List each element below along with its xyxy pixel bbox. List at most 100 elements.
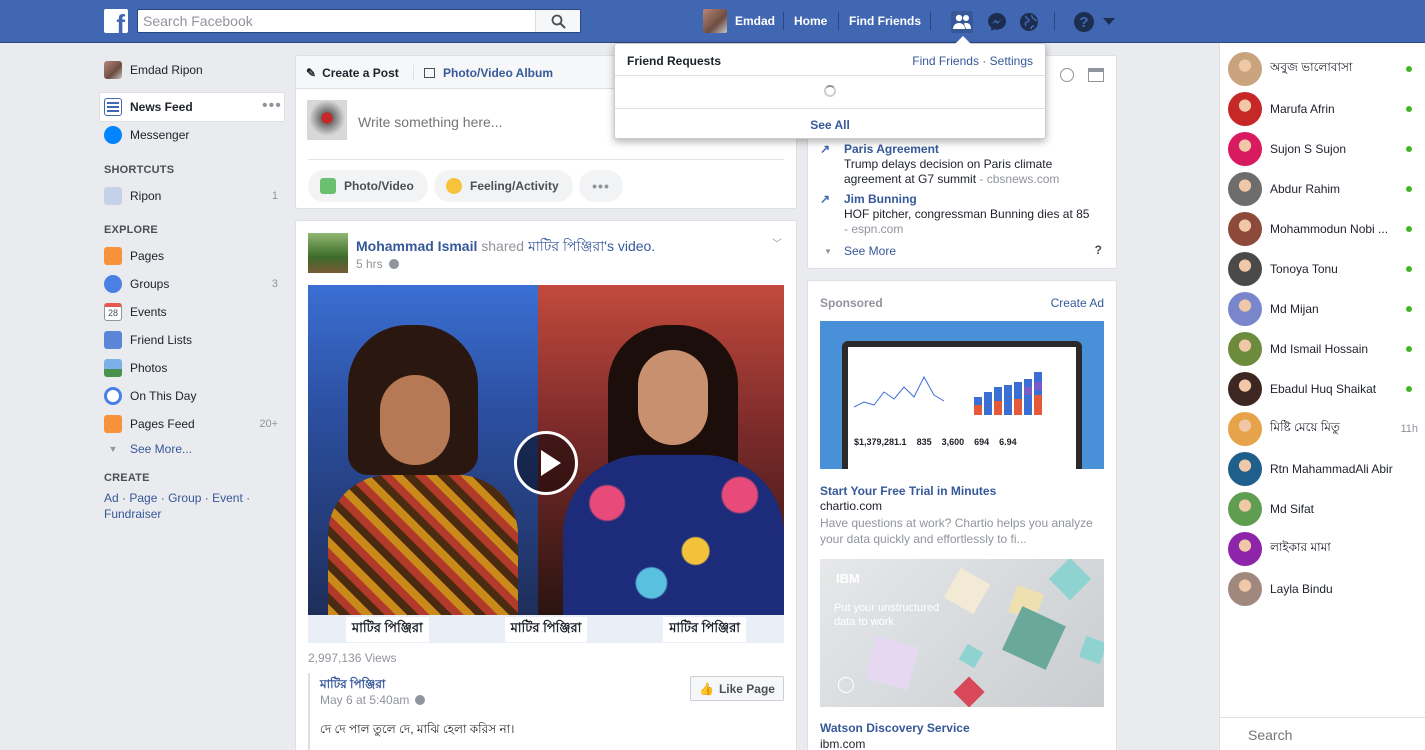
sidebar-item-photos[interactable]: Photos: [104, 357, 278, 379]
ad-image-ibm[interactable]: IBM Put your unstructured data to work: [820, 559, 1104, 707]
search-button[interactable]: [535, 10, 580, 32]
chat-contact[interactable]: Tonoya Tonu: [1228, 249, 1418, 289]
profile-link[interactable]: Emdad: [703, 9, 775, 33]
feeling-activity-button[interactable]: Feeling/Activity: [434, 170, 573, 202]
post-timestamp[interactable]: 5 hrs: [356, 257, 399, 271]
sidebar-item-label: On This Day: [130, 389, 197, 403]
video-figure-dress: [563, 455, 784, 615]
sidebar-item-pages[interactable]: Pages: [104, 245, 278, 267]
chat-contact[interactable]: লাইকার মামা: [1228, 529, 1418, 569]
chat-contact[interactable]: Layla Bindu: [1228, 569, 1418, 609]
find-friends-link[interactable]: Find Friends: [849, 14, 921, 28]
like-page-button[interactable]: 👍 Like Page: [690, 676, 784, 701]
shared-timestamp[interactable]: May 6 at 5:40am: [320, 693, 426, 707]
trending-title[interactable]: Paris Agreement: [844, 142, 1059, 157]
chat-contact[interactable]: Marufa Afrin: [1228, 89, 1418, 129]
chat-search-input[interactable]: [1248, 726, 1408, 744]
settings-link[interactable]: Settings: [990, 54, 1033, 68]
chevron-down-icon[interactable]: ﹀: [772, 235, 782, 250]
create-ad-link[interactable]: Create Ad: [1051, 296, 1104, 310]
contact-name: Md Sifat: [1270, 502, 1315, 516]
play-button-icon[interactable]: [514, 431, 578, 495]
more-options-icon[interactable]: •••: [579, 170, 623, 202]
profile-link[interactable]: Emdad Ripon: [104, 59, 284, 81]
sidebar-item-news-feed[interactable]: News Feed •••: [104, 96, 284, 118]
trending-item[interactable]: ↗ Paris Agreement Trump delays decision …: [820, 142, 1059, 187]
stat-value: $1,379,281.1: [854, 437, 907, 447]
tab-photo-video-album[interactable]: Photo/Video Album: [424, 66, 553, 80]
online-status-dot-icon: [1406, 386, 1412, 392]
avatar: [1228, 452, 1262, 486]
profile-name: Emdad Ripon: [130, 63, 203, 77]
sidebar-see-more[interactable]: ▼ See More...: [104, 438, 278, 460]
sidebar-item-on-this-day[interactable]: On This Day: [104, 385, 278, 407]
create-group-link[interactable]: Group: [168, 491, 201, 505]
sports-icon[interactable]: [1060, 68, 1074, 82]
online-status-dot-icon: [1406, 306, 1412, 312]
trending-item[interactable]: ↗ Jim Bunning HOF pitcher, congressman B…: [820, 192, 1089, 237]
ad-image-chartio[interactable]: $1,379,281.1 835 3,600 694 6.94: [820, 321, 1104, 469]
trending-see-more[interactable]: ▼ See More: [824, 244, 896, 258]
see-all-link[interactable]: See All: [615, 118, 1045, 132]
sidebar-item-pages-feed[interactable]: Pages Feed 20+: [104, 413, 278, 435]
chat-contact[interactable]: Ebadul Huq Shaikat: [1228, 369, 1418, 409]
messenger-icon[interactable]: [986, 11, 1008, 33]
sidebar-item-messenger[interactable]: Messenger: [104, 124, 284, 146]
page-link[interactable]: মাটির পিঞ্জিরা: [528, 238, 604, 254]
create-heading: CREATE: [104, 472, 150, 484]
avatar: [307, 100, 347, 140]
entertainment-icon[interactable]: [1088, 68, 1104, 82]
chat-contact[interactable]: Md Mijan: [1228, 289, 1418, 329]
account-menu-chevron-down-icon[interactable]: [1100, 11, 1118, 33]
chat-contact[interactable]: Sujon S Sujon: [1228, 129, 1418, 169]
create-event-link[interactable]: Event: [212, 491, 243, 505]
sidebar-item-events[interactable]: 28 Events: [104, 301, 278, 323]
search-input[interactable]: [138, 10, 538, 32]
notifications-globe-icon[interactable]: [1018, 11, 1040, 33]
tab-create-post[interactable]: ✎ Create a Post: [306, 66, 399, 80]
help-icon[interactable]: ?: [1073, 11, 1095, 33]
trending-line: HOF pitcher, congressman Bunning dies at…: [844, 207, 1090, 221]
create-page-link[interactable]: Page: [129, 491, 157, 505]
chat-contact[interactable]: মিষ্টি মেয়ে মিতু 11h: [1228, 409, 1418, 449]
facebook-logo-icon[interactable]: f: [104, 9, 128, 33]
video-player[interactable]: [308, 285, 784, 615]
avatar: [1228, 332, 1262, 366]
sidebar-item-label: Groups: [130, 277, 170, 291]
ad-tagline: Put your unstructured data to work: [834, 602, 940, 628]
button-label: Feeling/Activity: [470, 179, 559, 193]
create-ad-link[interactable]: Ad: [104, 491, 119, 505]
home-link[interactable]: Home: [794, 14, 827, 28]
watermark-text: মাটির পিঞ্জিরা: [504, 616, 588, 642]
chat-contact[interactable]: Md Sifat: [1228, 489, 1418, 529]
sidebar-item-ripon[interactable]: Ripon 1: [104, 185, 278, 207]
contact-name: Rtn MahammadAli Abir: [1270, 462, 1393, 476]
find-friends-link[interactable]: Find Friends: [912, 54, 979, 68]
chat-contact[interactable]: Abdur Rahim: [1228, 169, 1418, 209]
friend-lists-icon: [104, 331, 122, 349]
avatar: [1228, 212, 1262, 246]
friend-requests-icon[interactable]: [951, 11, 973, 33]
chat-contact[interactable]: Rtn MahammadAli Abir: [1228, 449, 1418, 489]
photo-video-button[interactable]: Photo/Video: [308, 170, 428, 202]
avatar[interactable]: [308, 233, 348, 273]
tab-label: Create a Post: [322, 66, 399, 80]
chat-contact[interactable]: Mohammodun Nobi ...: [1228, 209, 1418, 249]
ad-title[interactable]: Watson Discovery Service: [820, 721, 970, 735]
chat-contact[interactable]: Md Ismail Hossain: [1228, 329, 1418, 369]
shortcuts-heading: SHORTCUTS: [104, 164, 175, 176]
ad-title[interactable]: Start Your Free Trial in Minutes: [820, 484, 996, 498]
search-box: [137, 9, 581, 33]
chat-contact[interactable]: অবুজ ভালোবাসা: [1228, 49, 1418, 89]
trending-title[interactable]: Jim Bunning: [844, 192, 1089, 207]
author-link[interactable]: Mohammad Ismail: [356, 238, 477, 254]
more-options-icon[interactable]: •••: [262, 98, 282, 114]
see-more-link: See More...: [130, 442, 193, 456]
sidebar-item-friend-lists[interactable]: Friend Lists: [104, 329, 278, 351]
sidebar-item-groups[interactable]: Groups 3: [104, 273, 278, 295]
create-fundraiser-link[interactable]: Fundraiser: [104, 507, 161, 521]
help-icon[interactable]: ?: [1095, 243, 1102, 257]
video-link[interactable]: 's video.: [604, 238, 655, 254]
trending-line: agreement at G7 summit: [844, 172, 977, 186]
ad-cube: [1078, 635, 1104, 665]
